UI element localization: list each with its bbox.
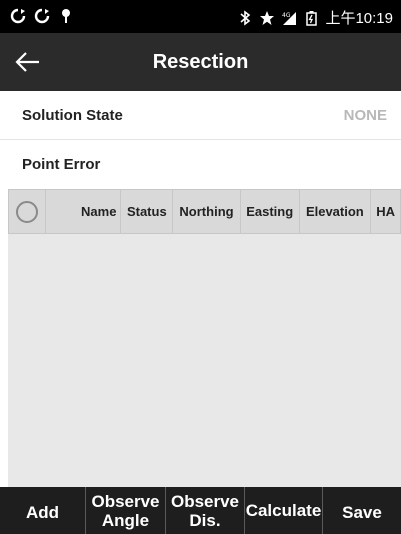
status-bar-right: 4G 上午10:19 [237, 7, 393, 28]
column-header-easting[interactable]: Easting [241, 190, 300, 233]
location-pin-icon [62, 9, 70, 23]
sync-icon [10, 8, 26, 24]
select-all-radio[interactable] [15, 200, 38, 223]
status-bar: 4G 上午10:19 [0, 0, 401, 33]
select-all-cell[interactable] [9, 190, 46, 233]
add-button[interactable]: Add [0, 487, 86, 534]
point-error-row: Point Error [0, 140, 401, 188]
star-icon [260, 10, 275, 25]
observe-angle-button[interactable]: Observe Angle [86, 487, 166, 534]
save-button[interactable]: Save [323, 487, 401, 534]
column-header-ha[interactable]: HA [371, 190, 400, 233]
sync-icon [34, 8, 50, 24]
point-error-label: Point Error [22, 156, 101, 173]
observe-distance-button[interactable]: Observe Dis. [166, 487, 245, 534]
app-bar: Resection [0, 33, 401, 91]
svg-text:4G: 4G [282, 12, 291, 19]
column-header-status[interactable]: Status [121, 190, 174, 233]
column-header-northing[interactable]: Northing [173, 190, 241, 233]
battery-icon [306, 10, 318, 26]
bottom-toolbar: Add Observe Angle Observe Dis. Calculate… [0, 487, 401, 534]
bluetooth-icon [240, 9, 251, 26]
solution-state-row: Solution State NONE [0, 91, 401, 140]
solution-state-label: Solution State [22, 107, 123, 124]
signal-4g-icon: 4G [282, 11, 297, 25]
calculate-button[interactable]: Calculate [245, 487, 323, 534]
solution-state-value: NONE [343, 107, 387, 124]
table-body[interactable] [8, 234, 401, 487]
column-header-name[interactable]: Name [46, 190, 122, 233]
table-header: Name Status Northing Easting Elevation H… [8, 189, 401, 234]
clock: 上午10:19 [325, 10, 393, 27]
page-title: Resection [152, 51, 249, 73]
status-bar-left [10, 8, 74, 24]
column-header-elevation[interactable]: Elevation [300, 190, 372, 233]
